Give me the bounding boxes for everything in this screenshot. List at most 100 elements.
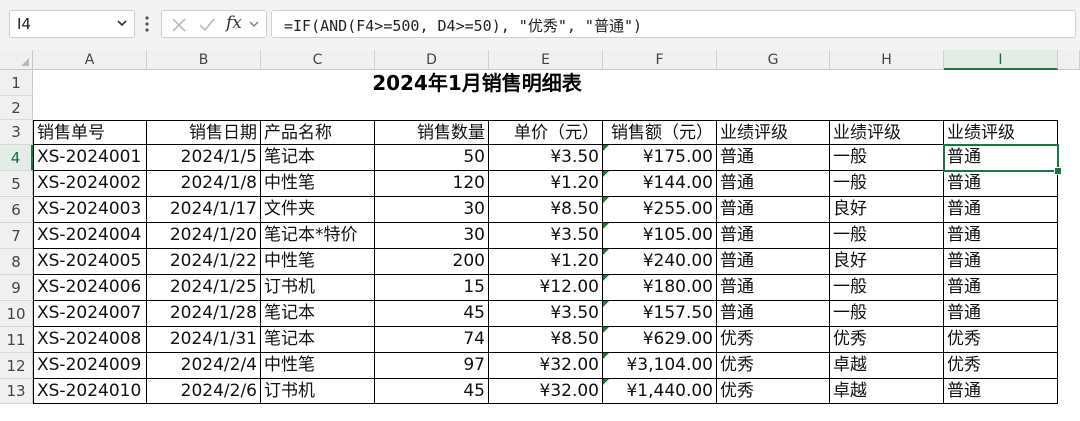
- error-indicator-icon[interactable]: [603, 379, 609, 385]
- table-cell[interactable]: 优秀: [717, 379, 830, 404]
- error-indicator-icon[interactable]: [603, 223, 609, 229]
- table-cell[interactable]: 2024/1/20: [147, 223, 261, 249]
- table-cell[interactable]: 200: [375, 249, 489, 275]
- row-header-7[interactable]: 7: [0, 223, 33, 249]
- table-cell[interactable]: 2024/1/22: [147, 249, 261, 275]
- row-header-13[interactable]: 13: [0, 379, 33, 404]
- table-cell[interactable]: ¥1.20: [489, 171, 603, 197]
- table-cell[interactable]: XS-2024003: [33, 197, 147, 223]
- table-cell[interactable]: 良好: [830, 249, 944, 275]
- table-cell[interactable]: 2024/1/17: [147, 197, 261, 223]
- row-header-4[interactable]: 4: [0, 145, 33, 171]
- column-header-i[interactable]: I: [944, 50, 1058, 70]
- table-cell[interactable]: 120: [375, 171, 489, 197]
- table-cell[interactable]: 一般: [830, 145, 944, 171]
- table-cell[interactable]: ¥3.50: [489, 145, 603, 171]
- error-indicator-icon[interactable]: [603, 327, 609, 333]
- table-cell[interactable]: 优秀: [944, 327, 1058, 353]
- row-header-9[interactable]: 9: [0, 275, 33, 301]
- table-cell[interactable]: XS-2024005: [33, 249, 147, 275]
- table-cell[interactable]: XS-2024001: [33, 145, 147, 171]
- table-cell[interactable]: 45: [375, 301, 489, 327]
- table-cell[interactable]: 普通: [717, 223, 830, 249]
- table-cell[interactable]: ¥175.00: [603, 145, 717, 171]
- table-cell[interactable]: 笔记本*特价: [261, 223, 375, 249]
- table-cell[interactable]: 97: [375, 353, 489, 379]
- table-cell[interactable]: ¥3.50: [489, 223, 603, 249]
- table-cell[interactable]: ¥32.00: [489, 353, 603, 379]
- chevron-down-icon[interactable]: [115, 16, 129, 30]
- table-cell[interactable]: 50: [375, 145, 489, 171]
- table-header-cell[interactable]: 销售数量: [375, 120, 489, 145]
- column-header-a[interactable]: A: [33, 50, 147, 70]
- column-header-c[interactable]: C: [261, 50, 375, 70]
- row-header-5[interactable]: 5: [0, 171, 33, 197]
- table-cell[interactable]: ¥1.20: [489, 249, 603, 275]
- table-cell[interactable]: XS-2024002: [33, 171, 147, 197]
- table-cell[interactable]: 30: [375, 197, 489, 223]
- column-header-g[interactable]: G: [717, 50, 830, 70]
- table-cell[interactable]: 一般: [830, 223, 944, 249]
- table-cell[interactable]: 笔记本: [261, 145, 375, 171]
- table-cell[interactable]: ¥255.00: [603, 197, 717, 223]
- table-cell[interactable]: XS-2024009: [33, 353, 147, 379]
- table-cell[interactable]: 订书机: [261, 379, 375, 404]
- table-cell[interactable]: 普通: [717, 197, 830, 223]
- table-cell[interactable]: 笔记本: [261, 327, 375, 353]
- table-cell[interactable]: ¥8.50: [489, 327, 603, 353]
- table-cell[interactable]: 普通: [944, 171, 1058, 197]
- table-cell[interactable]: 2024/1/31: [147, 327, 261, 353]
- table-cell[interactable]: 2024/2/4: [147, 353, 261, 379]
- insert-function-button[interactable]: fx: [226, 13, 242, 33]
- error-indicator-icon[interactable]: [603, 171, 609, 177]
- row-header-6[interactable]: 6: [0, 197, 33, 223]
- table-cell[interactable]: XS-2024006: [33, 275, 147, 301]
- table-cell[interactable]: 中性笔: [261, 249, 375, 275]
- table-cell[interactable]: 优秀: [717, 327, 830, 353]
- table-cell[interactable]: ¥12.00: [489, 275, 603, 301]
- table-cell[interactable]: 一般: [830, 275, 944, 301]
- table-cell[interactable]: 中性笔: [261, 171, 375, 197]
- table-cell[interactable]: 一般: [830, 301, 944, 327]
- table-header-cell[interactable]: 业绩评级: [830, 120, 944, 145]
- row-header-11[interactable]: 11: [0, 327, 33, 353]
- table-cell[interactable]: 2024/1/28: [147, 301, 261, 327]
- table-cell[interactable]: 优秀: [830, 327, 944, 353]
- table-cell[interactable]: ¥8.50: [489, 197, 603, 223]
- row-header-3[interactable]: 3: [0, 120, 33, 145]
- table-cell[interactable]: 74: [375, 327, 489, 353]
- error-indicator-icon[interactable]: [603, 145, 609, 151]
- table-cell[interactable]: 2024/1/5: [147, 145, 261, 171]
- table-cell[interactable]: 订书机: [261, 275, 375, 301]
- fill-handle[interactable]: [1054, 167, 1062, 175]
- name-box[interactable]: I4: [9, 10, 135, 38]
- error-indicator-icon[interactable]: [603, 275, 609, 281]
- table-cell[interactable]: 普通: [717, 145, 830, 171]
- error-indicator-icon[interactable]: [603, 249, 609, 255]
- table-cell[interactable]: ¥105.00: [603, 223, 717, 249]
- table-cell[interactable]: 普通: [944, 275, 1058, 301]
- table-cell[interactable]: ¥3.50: [489, 301, 603, 327]
- table-cell[interactable]: 普通: [944, 197, 1058, 223]
- table-cell[interactable]: 15: [375, 275, 489, 301]
- column-header-f[interactable]: F: [603, 50, 717, 70]
- column-header-d[interactable]: D: [375, 50, 489, 70]
- table-header-cell[interactable]: 销售单号: [33, 120, 147, 145]
- table-cell[interactable]: 普通: [717, 249, 830, 275]
- table-header-cell[interactable]: 产品名称: [261, 120, 375, 145]
- table-cell[interactable]: 2024/2/6: [147, 379, 261, 404]
- table-cell[interactable]: XS-2024010: [33, 379, 147, 404]
- table-cell[interactable]: ¥240.00: [603, 249, 717, 275]
- table-cell[interactable]: ¥3,104.00: [603, 353, 717, 379]
- more-options-icon[interactable]: [143, 14, 151, 34]
- table-cell[interactable]: ¥157.50: [603, 301, 717, 327]
- table-cell[interactable]: 普通: [944, 223, 1058, 249]
- row-header-8[interactable]: 8: [0, 249, 33, 275]
- error-indicator-icon[interactable]: [603, 197, 609, 203]
- table-cell[interactable]: 优秀: [944, 353, 1058, 379]
- table-cell[interactable]: ¥144.00: [603, 171, 717, 197]
- table-cell[interactable]: 30: [375, 223, 489, 249]
- table-cell[interactable]: ¥629.00: [603, 327, 717, 353]
- table-cell[interactable]: 45: [375, 379, 489, 404]
- table-header-cell[interactable]: 销售日期: [147, 120, 261, 145]
